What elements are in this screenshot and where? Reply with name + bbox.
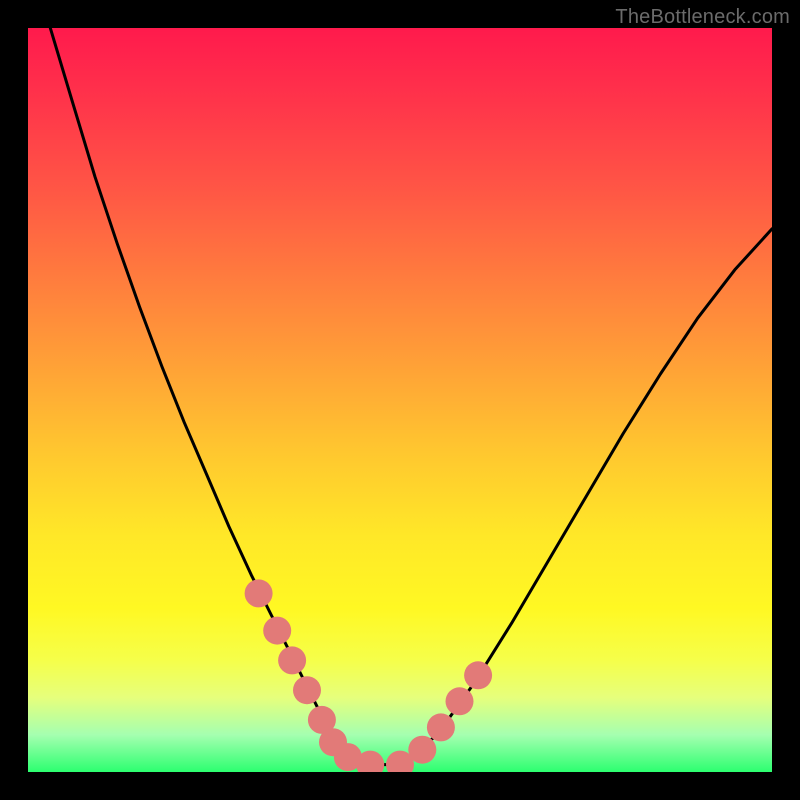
marker-point [293, 676, 321, 704]
plot-area [28, 28, 772, 772]
watermark-text: TheBottleneck.com [615, 6, 790, 29]
marker-point [427, 713, 455, 741]
marker-point [245, 579, 273, 607]
marker-point [278, 646, 306, 674]
marker-point [263, 617, 291, 645]
chart-frame: TheBottleneck.com [0, 0, 800, 800]
marker-point [408, 736, 436, 764]
marker-group [245, 579, 493, 772]
marker-point [464, 661, 492, 689]
marker-point [446, 687, 474, 715]
bottleneck-curve [28, 28, 772, 765]
chart-svg [28, 28, 772, 772]
